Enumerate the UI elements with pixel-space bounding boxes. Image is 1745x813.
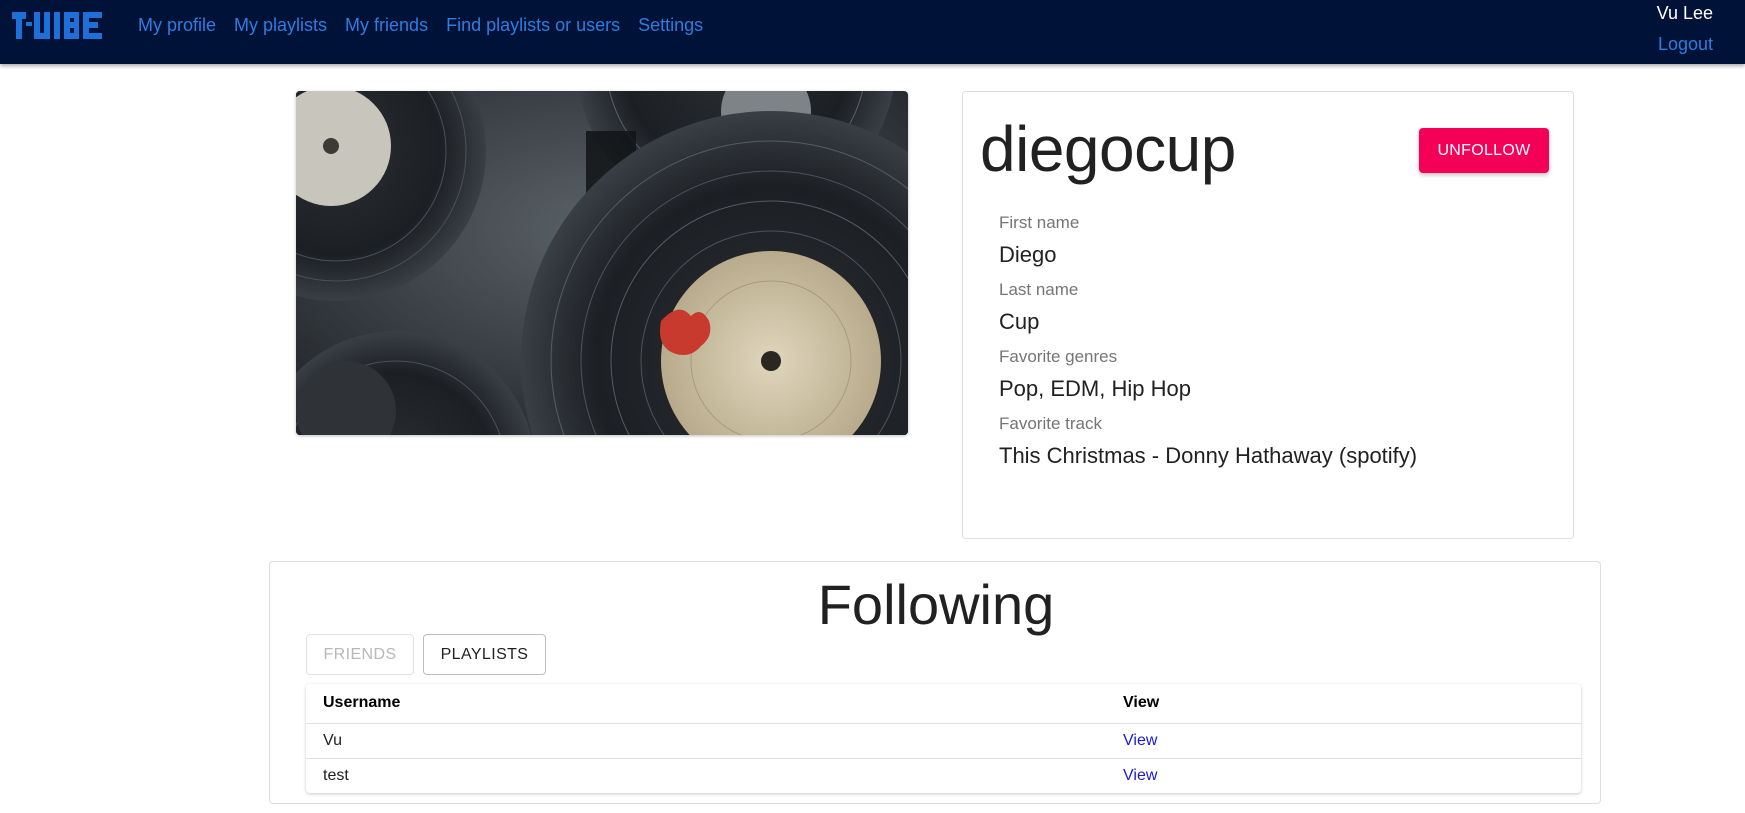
profile-card: diegocup UNFOLLOW First name Diego Last … — [962, 91, 1574, 539]
tvibe-logo[interactable] — [12, 12, 102, 39]
favorite-track-value: This Christmas - Donny Hathaway (spotify… — [999, 443, 1418, 468]
view-link[interactable]: View — [1123, 732, 1157, 749]
following-table: Username View Vu View test View — [306, 684, 1581, 793]
nav-link-my-playlists[interactable]: My playlists — [234, 15, 327, 36]
nav-link-find-playlists-or-users[interactable]: Find playlists or users — [446, 15, 620, 36]
table-row: Vu View — [306, 723, 1581, 759]
profile-image — [296, 91, 908, 435]
row-username: Vu — [306, 723, 1106, 759]
first-name-value: Diego — [999, 242, 1057, 267]
first-name-label: First name — [999, 213, 1080, 232]
user-menu: Vu Lee Logout — [1657, 2, 1713, 55]
last-name-label: Last name — [999, 280, 1079, 299]
column-header-view: View — [1106, 684, 1581, 724]
following-title: Following — [817, 573, 1055, 636]
favorite-genres-value: Pop, EDM, Hip Hop — [999, 376, 1191, 401]
row-username: test — [323, 766, 349, 784]
favorite-genres-label: Favorite genres — [999, 347, 1118, 366]
profile-username: diegocup — [980, 113, 1236, 185]
top-navbar: My profile My playlists My friends Find … — [0, 0, 1745, 64]
following-card: Following FRIENDS PLAYLISTS Username Vie… — [269, 561, 1601, 804]
view-link[interactable]: View — [1123, 767, 1157, 784]
nav-links: My profile My playlists My friends Find … — [138, 15, 721, 36]
nav-link-settings[interactable]: Settings — [638, 15, 703, 36]
row-view-cell: View — [1106, 723, 1581, 759]
logo-icon — [12, 12, 102, 39]
unfollow-button[interactable]: UNFOLLOW — [1419, 128, 1549, 173]
column-header-username: Username — [306, 684, 1106, 724]
favorite-track-label: Favorite track — [999, 414, 1102, 433]
nav-link-my-friends[interactable]: My friends — [345, 15, 428, 36]
last-name-value: Cup — [999, 309, 1040, 334]
tab-friends[interactable]: FRIENDS — [306, 634, 414, 675]
tab-playlists[interactable]: PLAYLISTS — [423, 634, 546, 675]
nav-link-my-profile[interactable]: My profile — [138, 15, 216, 36]
logout-link[interactable]: Logout — [1657, 33, 1713, 55]
table-header-row: Username View — [306, 684, 1581, 724]
table-row: test View — [306, 758, 1581, 793]
row-view-cell: View — [1106, 758, 1581, 793]
vinyl-records-photo-icon — [296, 91, 908, 435]
profile-field-list: First name Diego Last name Cup Favorite … — [999, 213, 1417, 481]
current-user-name: Vu Lee — [1656, 3, 1713, 23]
